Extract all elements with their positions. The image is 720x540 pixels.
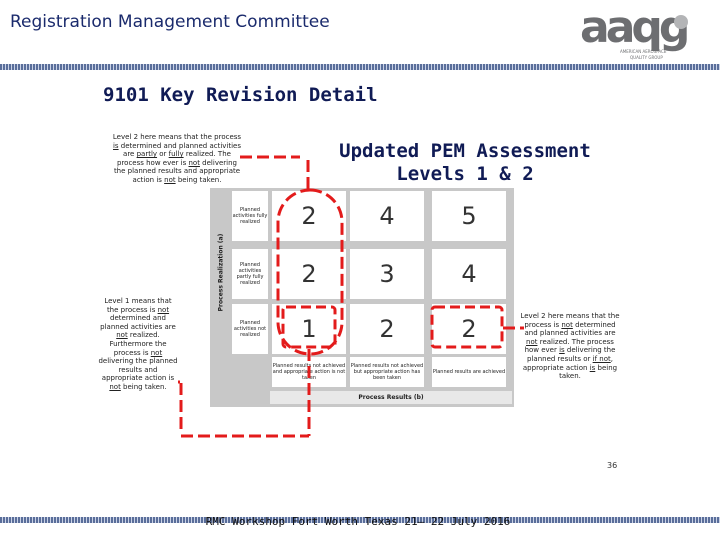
pem-heading-line2: Levels 1 & 2 [396, 163, 534, 185]
matrix-cell: 4 [350, 191, 424, 241]
y-axis-label: Process Realization (a) [217, 233, 225, 311]
matrix-cell: 4 [432, 249, 506, 299]
note-right: Level 2 here means that the process is n… [520, 312, 620, 381]
col-label-not-achieved-no-action: Planned results not achieved and appropr… [272, 357, 346, 387]
logo-line2: QUALITY GROUP [630, 55, 663, 60]
aaqg-logo: aaqg AMERICAN AEROSPACE QUALITY GROUP [580, 4, 691, 60]
note-left: Level 1 means that the process is not de… [98, 297, 178, 391]
row-label-not-realized: Planned activities not realized [232, 304, 268, 354]
col-label-achieved: Planned results are achieved [432, 357, 506, 387]
pem-heading-line1: Updated PEM Assessment [339, 140, 591, 162]
logo-globe-icon [674, 15, 688, 29]
col-label-not-achieved-action-taken: Planned results not achieved but appropr… [350, 357, 424, 387]
page-number: 36 [607, 461, 618, 470]
x-axis-label: Process Results (b) [270, 391, 512, 404]
matrix-cell: 1 [272, 304, 346, 354]
row-label-partly-realized: Planned activities partly fully realized [232, 249, 268, 299]
matrix-cell: 3 [350, 249, 424, 299]
matrix-cell: 5 [432, 191, 506, 241]
note-top-left: Level 2 here means that the process is d… [112, 133, 242, 184]
logo-line1: AMERICAN AEROSPACE [620, 49, 667, 54]
row-label-fully-realized: Planned activities fully realized [232, 191, 268, 241]
matrix-cell: 2 [350, 304, 424, 354]
logo-letters: aaqg [580, 4, 687, 53]
matrix-cell: 2 [432, 304, 506, 354]
header-stripe [0, 64, 720, 70]
footer-text: RMC Workshop Fort Worth Texas 21– 22 Jul… [205, 515, 511, 528]
matrix-cell: 2 [272, 191, 346, 241]
pem-heading: Updated PEM Assessment Levels 1 & 2 [300, 140, 630, 186]
slide-title: 9101 Key Revision Detail [103, 84, 378, 106]
header-title: Registration Management Committee [10, 12, 330, 32]
matrix-cell: 2 [272, 249, 346, 299]
